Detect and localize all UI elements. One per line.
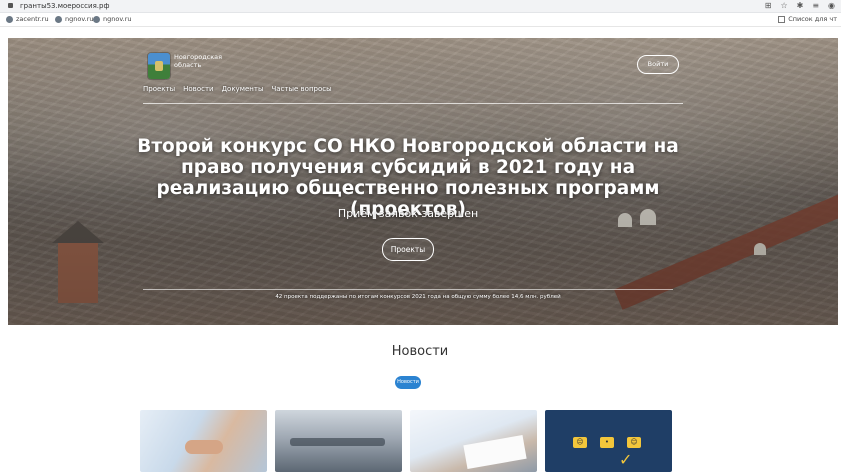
happy-face-icon: ☺ — [627, 437, 641, 448]
lock-icon[interactable] — [8, 3, 13, 8]
coat-of-arms-logo[interactable] — [148, 53, 170, 79]
feedback-faces-image[interactable]: ☹ • ☺ ✓ — [545, 410, 672, 472]
projects-button[interactable]: Проекты — [382, 238, 434, 261]
reading-list-icon — [778, 15, 786, 23]
nav-divider — [143, 103, 683, 104]
paper-shape — [463, 434, 527, 470]
neutral-face-icon: • — [600, 437, 614, 448]
profile-icon[interactable]: ◉ — [828, 1, 835, 11]
globe-icon — [6, 15, 13, 23]
hero-status: Приём заявок завершен — [337, 207, 479, 220]
globe-icon — [55, 15, 62, 23]
bookmark-2[interactable]: ngnov.ru — [55, 15, 94, 23]
hero-stats-note: 42 проекта поддержаны по итогам конкурсо… — [275, 294, 561, 300]
extensions-icon[interactable]: ✱ — [797, 1, 804, 11]
star-icon[interactable]: ☆ — [780, 1, 787, 11]
sad-face-icon: ☹ — [573, 437, 587, 448]
handshake-image[interactable] — [140, 410, 267, 472]
news-section-title: Новости — [391, 344, 449, 359]
news-cards: ☹ • ☺ ✓ — [140, 410, 672, 472]
login-button[interactable]: Войти — [637, 55, 679, 74]
translate-icon[interactable]: ⊞ — [765, 1, 772, 11]
hands-shape — [185, 440, 223, 454]
nav-documents[interactable]: Документы — [222, 85, 264, 93]
browser-actions: ⊞ ☆ ✱ ≡ ◉ — [765, 1, 835, 11]
bookmarks-bar: zacentr.ru ngnov.ru ngnov.ru Список для … — [0, 13, 841, 27]
main-nav: Проекты Новости Документы Частые вопросы — [143, 85, 332, 93]
meeting-image[interactable] — [275, 410, 402, 472]
url-text[interactable]: гранты53.моероссия.рф — [20, 1, 109, 11]
nav-news[interactable]: Новости — [183, 85, 213, 93]
meeting-table-shape — [290, 438, 385, 446]
signing-document-image[interactable] — [410, 410, 537, 472]
hero-banner: Новгородская область Проекты Новости Док… — [8, 38, 838, 325]
reading-list-button[interactable]: Список для чт — [778, 15, 837, 23]
bookmark-1[interactable]: zacentr.ru — [6, 15, 49, 23]
checkmark-icon: ✓ — [619, 450, 633, 469]
hero-divider — [143, 289, 673, 290]
site-name[interactable]: Новгородская область — [174, 53, 234, 69]
address-bar[interactable]: гранты53.моероссия.рф ⊞ ☆ ✱ ≡ ◉ — [0, 0, 841, 13]
globe-icon — [93, 15, 100, 23]
bookmark-3[interactable]: ngnov.ru — [93, 15, 132, 23]
news-tag-button[interactable]: Новости — [395, 376, 421, 389]
nav-faq[interactable]: Частые вопросы — [271, 85, 331, 93]
nav-projects[interactable]: Проекты — [143, 85, 175, 93]
playlist-icon[interactable]: ≡ — [812, 1, 819, 11]
